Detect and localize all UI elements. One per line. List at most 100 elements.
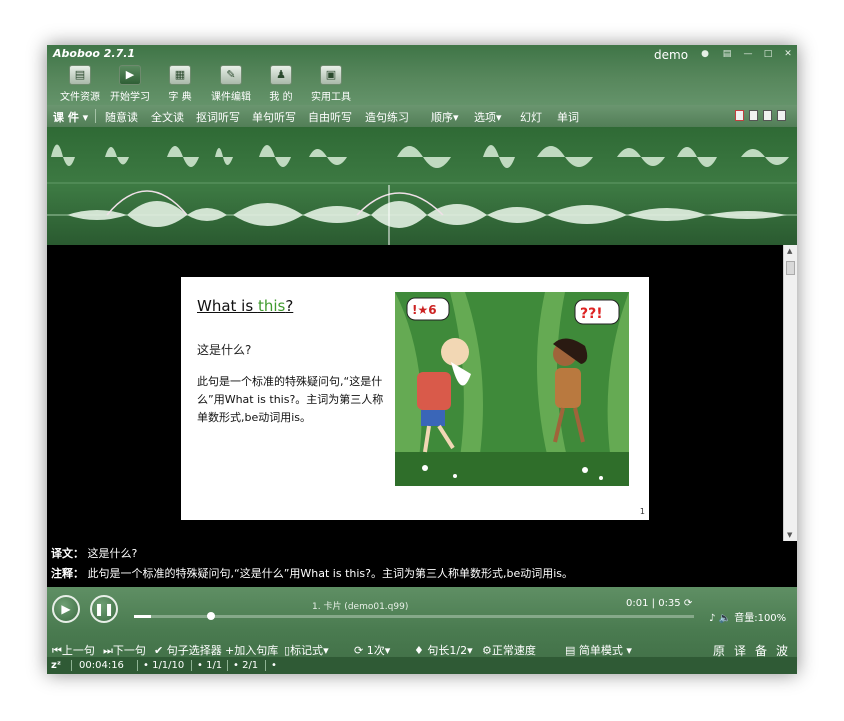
note-text: 此句是一个标准的特殊疑问句,“这是什么”用What is this?。主词为第三… [87, 567, 574, 580]
doc-add-icon[interactable] [763, 110, 772, 121]
book-icon: ▦ [169, 65, 191, 85]
status-counter: • 1/1/10 [143, 660, 185, 671]
note-label: 注释： [51, 567, 84, 580]
toolbar-tools[interactable]: ▣ 实用工具 [307, 65, 355, 103]
translation-label: 译文： [51, 547, 84, 560]
pause-button[interactable]: ❚❚ [90, 595, 118, 623]
volume-control[interactable]: ♪ 🔈 音量:100% [709, 609, 786, 624]
mode-random-read[interactable]: 随意读 [105, 109, 138, 125]
bubble-left-text: !★6 [412, 303, 437, 317]
toolbar-label: 课件编辑 [211, 92, 251, 103]
minimize-icon[interactable]: — [741, 48, 755, 60]
add-to-bank-button[interactable]: +加入句库 [225, 642, 278, 658]
toolbar-file-resources[interactable]: ▤ 文件资源 [56, 65, 104, 103]
skip-back-icon: ⏮ [52, 644, 62, 657]
toolbox-icon: ▣ [320, 65, 342, 85]
play-icon: ▶ [119, 65, 141, 85]
mode-sentence-dictation[interactable]: 单句听写 [252, 109, 296, 125]
app-title: Aboboo 2.7.1 [53, 47, 136, 60]
user-icon: ♟ [270, 65, 292, 85]
slide-title: What is this? [197, 297, 294, 315]
progress-knob[interactable] [206, 612, 215, 620]
vertical-scrollbar[interactable]: ▲ ▼ [783, 245, 797, 541]
mode-sentence-practice[interactable]: 造句练习 [365, 109, 409, 125]
mode-full-read[interactable]: 全文读 [151, 109, 184, 125]
progress-track[interactable] [134, 612, 694, 620]
waveform[interactable] [47, 127, 797, 245]
status-bar: zᶻ 00:04:16 • 1/1/10 • 1/1 • 2/1 • [47, 657, 797, 674]
menu-slideshow[interactable]: 幻灯 [520, 109, 542, 125]
slide-translation: 这是什么? [197, 343, 252, 357]
sleep-button[interactable]: zᶻ [51, 660, 61, 671]
prev-sentence-button[interactable]: ⏮上一句 [52, 642, 95, 658]
maximize-icon[interactable]: □ [761, 48, 775, 60]
title-toolbar-band: Aboboo 2.7.1 demo ● ▤ — □ ✕ ▤ 文件资源 ▶ 开始学… [47, 45, 797, 105]
mode-free-dictation[interactable]: 自由听写 [308, 109, 352, 125]
mode-word-dictation[interactable]: 抠词听写 [196, 109, 240, 125]
gear-icon: ⚙ [482, 644, 492, 657]
time-readout: 0:01 | 0:35 ⟳ [626, 598, 693, 609]
pause-icon: ❚❚ [93, 602, 115, 616]
toolbar-my[interactable]: ♟ 我 的 [257, 65, 305, 103]
close-icon[interactable]: ✕ [781, 48, 795, 60]
play-button[interactable]: ▶ [52, 595, 80, 623]
status-counter: • 2/1 [233, 660, 259, 671]
speed-menu[interactable]: ⚙正常速度 [482, 642, 536, 658]
bell-icon: ♦ [414, 644, 424, 657]
cartoon-illustration: !★6 ??! [395, 292, 629, 486]
translation-row: 译文： 这是什么? [51, 545, 137, 561]
sentence-selector-button[interactable]: ✔ 句子选择器 [154, 642, 222, 658]
divider [95, 109, 96, 123]
toolbar-label: 我 的 [269, 92, 293, 103]
toolbar-label: 开始学习 [110, 92, 150, 103]
doc-check-icon[interactable] [735, 110, 744, 121]
toolbar-label: 文件资源 [60, 92, 100, 103]
repeat-count-menu[interactable]: ⟳ 1次▾ [354, 642, 390, 658]
toolbar-label: 字 典 [168, 92, 192, 103]
skip-forward-icon: ⏭ [103, 644, 113, 657]
app-window: Aboboo 2.7.1 demo ● ▤ — □ ✕ ▤ 文件资源 ▶ 开始学… [47, 45, 797, 674]
status-counter: • 1/1 [197, 660, 223, 671]
music-icon: ♪ [709, 613, 716, 624]
track-title: 1. 卡片 (demo01.q99) [312, 602, 409, 612]
divider [227, 660, 228, 671]
toolbar-dictionary[interactable]: ▦ 字 典 [156, 65, 204, 103]
waveform-panel[interactable] [47, 127, 797, 245]
divider [71, 660, 72, 671]
menu-icon[interactable]: ▤ [720, 48, 734, 60]
doc-save-icon[interactable] [777, 110, 786, 121]
slide-note: 此句是一个标准的特殊疑问句,“这是什么”用What is this?。主词为第三… [197, 375, 384, 424]
note-row: 注释： 此句是一个标准的特殊疑问句,“这是什么”用What is this?。主… [51, 565, 573, 581]
scroll-down-icon[interactable]: ▼ [787, 531, 792, 539]
plus-icon: + [225, 644, 235, 657]
toolbar-start-learning[interactable]: ▶ 开始学习 [106, 65, 154, 103]
check-icon: ✔ [154, 644, 164, 657]
course-menu[interactable]: 课 件 ▾ [53, 109, 88, 125]
simple-mode-menu[interactable]: ▤ 简单模式 ▾ [565, 642, 632, 658]
play-icon: ▶ [61, 602, 71, 616]
doc-icon[interactable] [749, 110, 758, 121]
toolbar-courseware-edit[interactable]: ✎ 课件编辑 [207, 65, 255, 103]
slide-card: What is this? 这是什么? 此句是一个标准的特殊疑问句,“这是什么”… [181, 277, 649, 520]
menu-options[interactable]: 选项▾ [474, 109, 502, 125]
divider [265, 660, 266, 671]
scroll-thumb[interactable] [786, 261, 795, 275]
divider [191, 660, 192, 671]
slide-viewer: What is this? 这是什么? 此句是一个标准的特殊疑问句,“这是什么”… [47, 245, 783, 541]
repeat-icon[interactable]: ⟳ [684, 598, 692, 609]
shirt-icon[interactable]: ● [698, 48, 712, 60]
translation-text: 这是什么? [87, 547, 138, 560]
progress-fill [134, 615, 151, 618]
mark-mode-menu[interactable]: ▯标记式▾ [284, 642, 329, 658]
sentence-length-menu[interactable]: ♦ 句长1/2▾ [414, 642, 473, 658]
loop-icon: ⟳ [354, 644, 364, 657]
user-name[interactable]: demo [654, 48, 688, 62]
file-icon: ▤ [69, 65, 91, 85]
menu-order[interactable]: 顺序▾ [431, 109, 459, 125]
bubble-right-text: ??! [580, 306, 603, 322]
status-counter: • [271, 660, 277, 671]
mode-bar: 课 件 ▾ 随意读 全文读 抠词听写 单句听写 自由听写 造句练习 顺序▾ 选项… [47, 105, 797, 127]
menu-words[interactable]: 单词 [557, 109, 579, 125]
scroll-up-icon[interactable]: ▲ [787, 247, 792, 255]
next-sentence-button[interactable]: ⏭下一句 [103, 642, 146, 658]
